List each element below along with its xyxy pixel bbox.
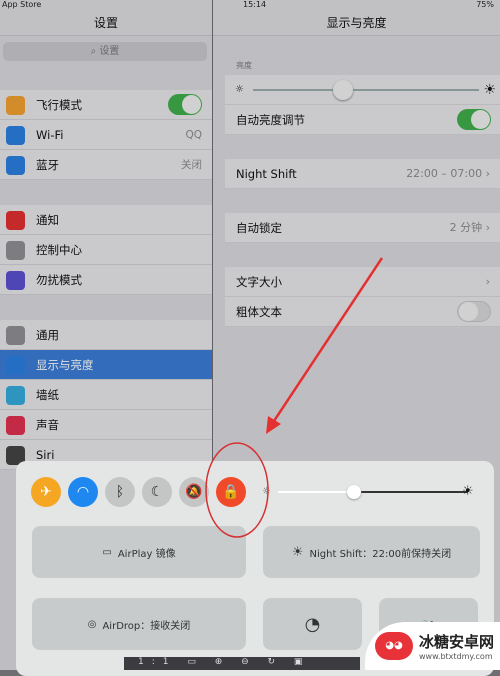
image-viewer-toolbar: 1:1 ▭ ⊕ ⊖ ↻ ▣: [124, 657, 360, 670]
watermark: ◕◕ 冰糖安卓网 www.btxtdmy.com: [365, 622, 500, 670]
watermark-url: www.btxtdmy.com: [419, 652, 493, 661]
watermark-name: 冰糖安卓网: [419, 633, 495, 651]
annotation-circle: [205, 442, 269, 538]
zoom-ratio[interactable]: 1:1: [138, 657, 176, 667]
watermark-logo: ◕◕: [375, 632, 413, 660]
